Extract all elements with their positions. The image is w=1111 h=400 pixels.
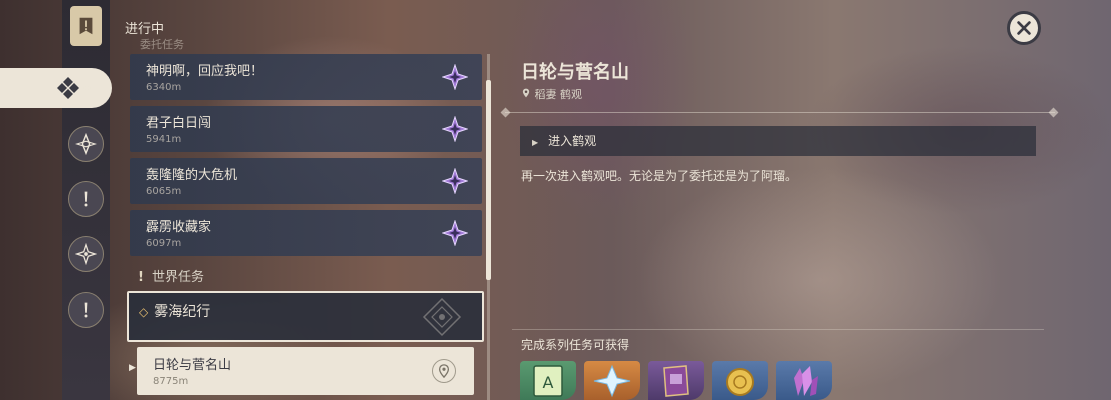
world-quests-label: 世界任务 xyxy=(151,270,204,285)
scrollbar-thumb[interactable] xyxy=(486,80,491,280)
quest-item[interactable]: 霹雳收藏家 6097m xyxy=(130,210,482,256)
reward-item[interactable] xyxy=(776,361,832,400)
objective-text: 进入鹤观 xyxy=(548,134,597,148)
exclamation-icon xyxy=(84,191,88,207)
commission-star-icon xyxy=(442,64,468,90)
location-pin-icon xyxy=(522,88,530,98)
quest-distance: 6340m xyxy=(146,82,182,93)
exclamation-icon: ! xyxy=(138,270,144,285)
svg-text:A: A xyxy=(543,373,554,392)
detail-divider xyxy=(505,112,1055,113)
sub-quest-item-selected[interactable]: 日轮与菅名山 8775m xyxy=(137,347,474,395)
map-pin-icon xyxy=(438,364,450,378)
tab-archon-quests[interactable] xyxy=(68,126,104,162)
rewards-label: 完成系列任务可获得 xyxy=(521,338,630,352)
crystal-icon xyxy=(794,365,818,396)
objective-arrow-icon: ▶ xyxy=(532,138,539,147)
compass-star-icon xyxy=(75,243,97,265)
chapter-item-selected[interactable]: ◇ 雾海纪行 xyxy=(127,291,484,342)
sub-quest-distance: 8775m xyxy=(153,376,189,387)
quest-name: 霹雳收藏家 xyxy=(146,220,212,235)
quest-objective: ▶ 进入鹤观 xyxy=(520,126,1036,156)
quest-name: 神明啊，回应我吧！ xyxy=(146,64,264,79)
archon-crown-icon xyxy=(75,133,97,155)
reward-item[interactable] xyxy=(648,361,704,400)
quest-book-tab[interactable] xyxy=(70,6,102,46)
reward-item[interactable] xyxy=(712,361,768,400)
close-icon xyxy=(1017,21,1031,35)
chapter-emblem-icon xyxy=(422,297,462,337)
mora-icon xyxy=(726,367,754,396)
category-label-faded: 委托任务 xyxy=(140,38,184,51)
quest-item[interactable]: 君子白日闯 5941m xyxy=(130,106,482,152)
quest-location: 稻妻 鹤观 xyxy=(521,86,582,102)
commission-star-icon xyxy=(442,116,468,142)
tab-story-quests[interactable] xyxy=(68,181,104,217)
exclamation-banner-icon xyxy=(79,17,93,35)
world-quests-header: ! 世界任务 xyxy=(138,266,204,285)
tab-world-quests[interactable] xyxy=(68,236,104,272)
quest-distance: 5941m xyxy=(146,134,182,145)
diamond-marker-icon: ◇ xyxy=(139,305,149,319)
selected-caret-icon: ▶ xyxy=(129,363,136,373)
quest-description: 再一次进入鹤观吧。无论是为了委托还是为了阿瑠。 xyxy=(521,169,798,183)
commission-diamonds-icon xyxy=(57,77,92,99)
close-button[interactable] xyxy=(1007,11,1041,45)
quest-distance: 6097m xyxy=(146,238,182,249)
tab-commissions-active[interactable] xyxy=(0,68,112,108)
quest-detail-title: 日轮与菅名山 xyxy=(521,62,629,83)
chapter-title: 雾海纪行 xyxy=(154,304,211,320)
quest-list: 神明啊，回应我吧！ 6340m 君子白日闯 5941m 轰隆隆的大危机 6065… xyxy=(130,54,482,262)
reward-item[interactable]: A xyxy=(520,361,576,400)
location-text: 稻妻 鹤观 xyxy=(534,88,583,101)
commission-star-icon xyxy=(442,220,468,246)
commission-star-icon xyxy=(442,168,468,194)
quest-distance: 6065m xyxy=(146,186,182,197)
hero-wit-book-icon xyxy=(663,364,689,397)
section-title: 进行中 xyxy=(125,22,165,37)
tab-event-quests[interactable] xyxy=(68,292,104,328)
reward-item[interactable] xyxy=(584,361,640,400)
sub-quest-name: 日轮与菅名山 xyxy=(153,358,232,373)
rewards-divider xyxy=(512,329,1044,330)
quest-name: 君子白日闯 xyxy=(146,116,212,131)
exclamation-icon xyxy=(84,302,88,318)
talent-book-icon: A xyxy=(533,364,563,397)
quest-name: 轰隆隆的大危机 xyxy=(146,168,238,183)
quest-item[interactable]: 神明啊，回应我吧！ 6340m xyxy=(130,54,482,100)
quest-item[interactable]: 轰隆隆的大危机 6065m xyxy=(130,158,482,204)
primogem-icon xyxy=(593,364,631,397)
navigate-pin-button[interactable] xyxy=(432,359,456,383)
